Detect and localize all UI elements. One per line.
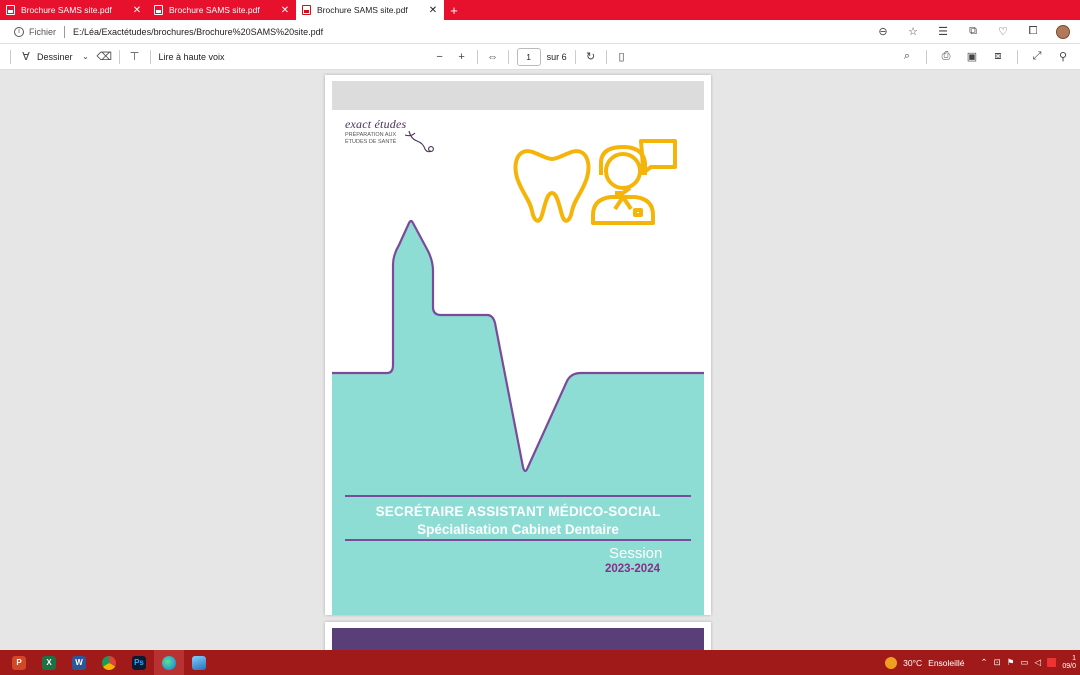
zoom-out-button[interactable]: − [433, 51, 447, 63]
pdf-page-2 [325, 622, 711, 650]
close-tab-icon[interactable]: ✕ [132, 5, 142, 16]
toolbar-divider [149, 49, 151, 64]
network-icon[interactable]: ⊡ [994, 657, 1001, 668]
tooth-icon [513, 149, 591, 223]
receptionist-headset-icon [591, 139, 677, 225]
tab-title: Brochure SAMS site.pdf [317, 5, 408, 15]
chrome-icon [102, 655, 116, 670]
favorites-list-icon[interactable]: ☰ [936, 25, 950, 38]
edge-icon [162, 655, 176, 670]
close-tab-icon[interactable]: ✕ [428, 5, 438, 16]
windows-taskbar: P X W Ps 30°C Ensoleillé ⌃ ⊡ ⚑ ▭ ◁ 1 09/… [0, 650, 1080, 675]
tab-title: Brochure SAMS site.pdf [169, 5, 260, 15]
taskbar-app-excel[interactable]: X [34, 650, 64, 675]
favorite-star-icon[interactable]: ☆ [906, 25, 920, 38]
fit-page-icon[interactable]: ⇔ [486, 51, 500, 63]
pdf-file-icon [6, 5, 15, 15]
new-tab-button[interactable]: + [444, 0, 464, 20]
zoom-icon[interactable]: ⊖ [876, 25, 890, 38]
word-icon: W [72, 655, 86, 670]
cover-heading-line-1: SECRÉTAIRE ASSISTANT MÉDICO-SOCIAL [375, 504, 661, 519]
save-icon[interactable]: ▣ [965, 50, 979, 63]
profile-avatar[interactable] [1056, 24, 1070, 39]
system-tray: 30°C Ensoleillé ⌃ ⊡ ⚑ ▭ ◁ 1 09/0 [885, 655, 1080, 671]
taskbar-clock[interactable]: 1 09/0 [1062, 655, 1076, 671]
chevron-up-icon[interactable]: ⌃ [981, 657, 988, 668]
sun-weather-icon[interactable] [885, 656, 898, 669]
close-tab-icon[interactable]: ✕ [280, 5, 290, 16]
session-years: 2023-2024 [605, 563, 660, 575]
toolbar-divider [118, 49, 120, 64]
eraser-icon[interactable]: ⌫ [97, 50, 113, 63]
text-icon[interactable]: ⊤ [128, 50, 142, 63]
taskbar-app-edge[interactable] [154, 650, 184, 675]
clock-date: 09/0 [1062, 662, 1076, 670]
address-actions: ⊖ ☆ ☰ ⧉ ♡ ⧠ [876, 24, 1070, 39]
page-total-label: sur 6 [546, 51, 567, 62]
toolbar-divider [476, 49, 478, 64]
address-url-input[interactable]: E:/Léa/Exactétudes/brochures/Brochure%20… [73, 27, 876, 37]
browser-tab-2[interactable]: Brochure SAMS site.pdf ✕ [148, 0, 296, 20]
toolbar-divider [574, 49, 576, 64]
session-label: Session [609, 545, 663, 562]
language-icon[interactable]: ⚑ [1007, 657, 1015, 668]
page-2-header-band [332, 628, 704, 650]
browser-essentials-icon[interactable]: ♡ [996, 25, 1010, 38]
draw-button-label[interactable]: Dessiner [37, 52, 73, 62]
weather-description[interactable]: Ensoleillé [928, 658, 964, 668]
page-view-icon[interactable]: ▯ [615, 50, 629, 63]
address-divider [64, 25, 66, 38]
toolbar-divider [1017, 49, 1018, 64]
save-as-icon[interactable]: ⧈ [991, 50, 1005, 63]
chevron-down-icon[interactable]: ⌄ [79, 52, 93, 61]
browser-tab-1[interactable]: Brochure SAMS site.pdf ✕ [0, 0, 148, 20]
taskbar-app-powerpoint[interactable]: P [4, 650, 34, 675]
photos-icon [192, 655, 206, 670]
page-number-input[interactable]: 1 [516, 47, 541, 66]
draw-icon[interactable]: ∀ [19, 50, 33, 63]
pdf-file-icon [154, 5, 163, 15]
pdf-toolbar: ∀ Dessiner ⌄ ⌫ ⊤ Lire à haute voix − + ⇔… [0, 44, 1080, 70]
weather-temperature[interactable]: 30°C [903, 658, 922, 668]
pin-toolbar-icon[interactable]: ⚲ [1056, 50, 1070, 63]
powerpoint-icon: P [12, 655, 26, 670]
volume-icon[interactable]: ◁ [1034, 657, 1041, 668]
photoshop-icon: Ps [132, 655, 146, 670]
read-aloud-button[interactable]: Lire à haute voix [159, 52, 225, 62]
pdf-viewer[interactable]: exact études PRÉPARATION AUX ÉTUDES DE S… [0, 70, 1080, 650]
taskbar-app-chrome[interactable] [94, 650, 124, 675]
address-scheme-label: Fichier [29, 26, 57, 37]
tab-bar: Brochure SAMS site.pdf ✕ Brochure SAMS s… [0, 0, 1080, 20]
fullscreen-icon[interactable]: ⤢ [1030, 50, 1044, 63]
taskbar-app-photoshop[interactable]: Ps [124, 650, 154, 675]
pdf-page-1: exact études PRÉPARATION AUX ÉTUDES DE S… [325, 75, 711, 615]
tab-title: Brochure SAMS site.pdf [21, 5, 112, 15]
search-icon[interactable]: ⌕ [900, 50, 914, 63]
display-icon[interactable]: ▭ [1020, 657, 1028, 668]
rotate-icon[interactable]: ↻ [584, 50, 598, 63]
cover-heading-line-2: Spécialisation Cabinet Dentaire [417, 522, 619, 537]
print-icon[interactable]: ⎙ [939, 50, 953, 63]
cover-top-band [332, 81, 704, 110]
pdf-file-icon [302, 5, 311, 15]
toolbar-divider [507, 49, 509, 64]
toolbar-divider [10, 49, 11, 64]
site-info-icon[interactable]: i [14, 26, 24, 37]
taskbar-app-word[interactable]: W [64, 650, 94, 675]
browser-tab-3-active[interactable]: Brochure SAMS site.pdf ✕ [296, 0, 444, 20]
toolbar-divider [605, 49, 607, 64]
toolbar-divider [926, 49, 927, 64]
collections-icon[interactable]: ⧉ [966, 25, 980, 38]
clock-time: 1 [1072, 654, 1076, 662]
logo-title: exact études [345, 117, 407, 131]
extensions-icon[interactable]: ⧠ [1026, 25, 1040, 38]
logo-subtitle: PRÉPARATION AUX ÉTUDES DE SANTÉ [345, 132, 397, 145]
zoom-in-button[interactable]: + [455, 51, 469, 63]
address-bar: i Fichier E:/Léa/Exactétudes/brochures/B… [0, 20, 1080, 44]
excel-icon: X [42, 655, 56, 670]
notification-icon[interactable] [1047, 658, 1056, 667]
taskbar-app-photos[interactable] [184, 650, 214, 675]
